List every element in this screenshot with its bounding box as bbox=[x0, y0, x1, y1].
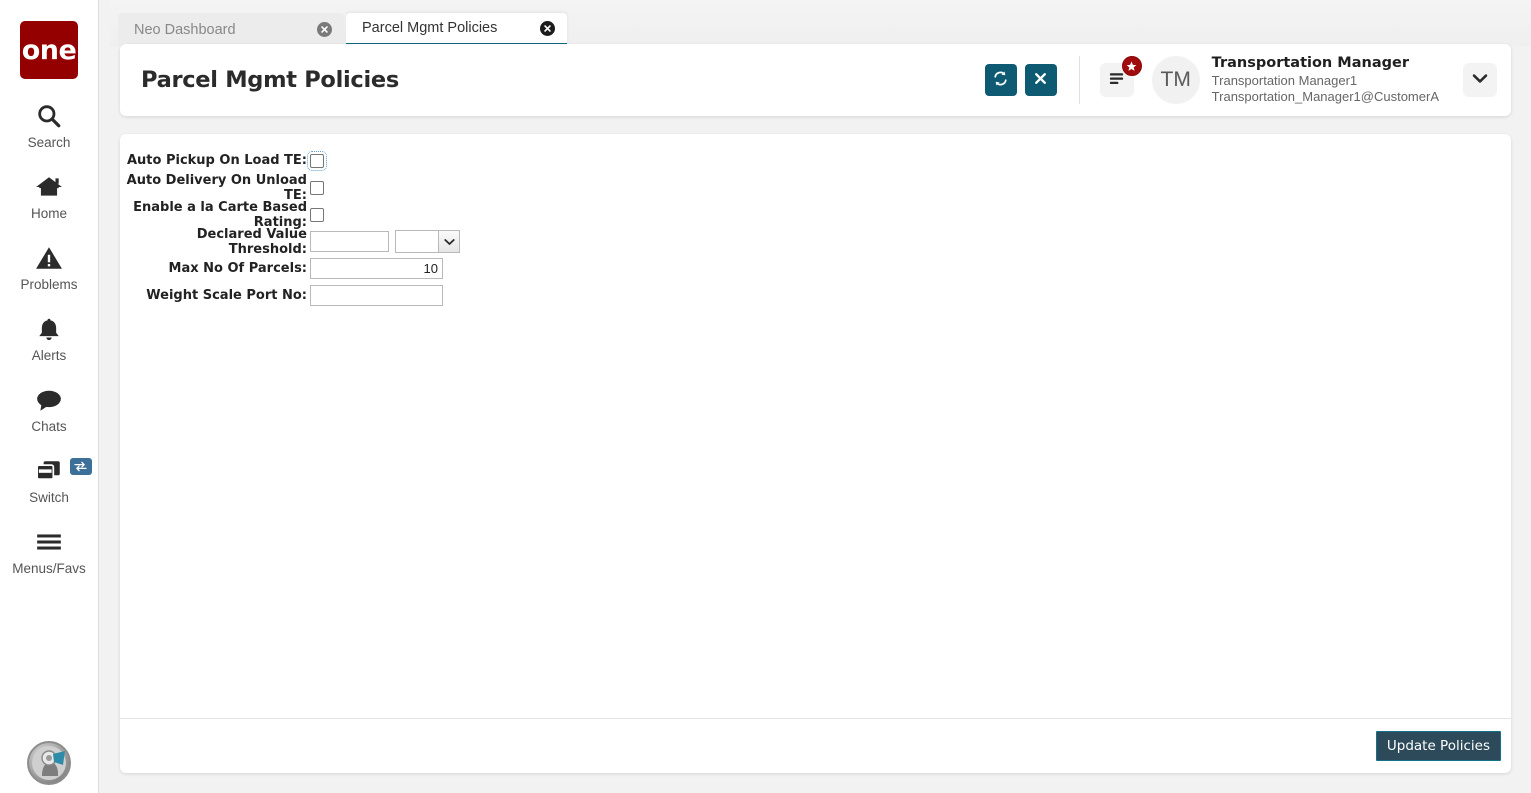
field-auto-pickup-on-load-te bbox=[307, 150, 327, 171]
input-weight-scale-port-no[interactable] bbox=[310, 285, 443, 306]
field-max-no-of-parcels bbox=[310, 258, 443, 279]
label-enable-a-la-carte-based-rating: Enable a la Carte Based Rating: bbox=[133, 199, 307, 230]
tab-close-icon-parcel-mgmt-policies[interactable] bbox=[540, 20, 555, 36]
sidebar-label-switch: Switch bbox=[29, 490, 69, 505]
warning-triangle-icon bbox=[35, 243, 63, 273]
content-panel: Auto Pickup On Load TE: Auto Delivery On… bbox=[120, 134, 1511, 773]
page-title: Parcel Mgmt Policies bbox=[141, 67, 399, 93]
refresh-button[interactable] bbox=[984, 64, 1017, 96]
tab-parcel-mgmt-policies[interactable]: Parcel Mgmt Policies bbox=[346, 13, 567, 46]
search-icon bbox=[36, 101, 62, 131]
policies-form: Auto Pickup On Load TE: Auto Delivery On… bbox=[120, 134, 1511, 718]
form-row-auto-pickup-on-load-te: Auto Pickup On Load TE: bbox=[120, 149, 1511, 172]
chevron-down-icon bbox=[1472, 71, 1488, 89]
sidebar-label-search: Search bbox=[27, 135, 71, 150]
left-sidebar: one Search Home Problems Alerts Chats Sw… bbox=[0, 0, 99, 793]
chat-bubble-icon bbox=[35, 385, 63, 415]
header-divider bbox=[1078, 56, 1080, 104]
refresh-icon bbox=[992, 70, 1009, 90]
checkbox-auto-pickup-on-load-te[interactable] bbox=[307, 150, 327, 171]
checkbox-enable-a-la-carte-based-rating[interactable] bbox=[310, 207, 324, 222]
windows-stack-icon bbox=[35, 456, 63, 486]
field-auto-delivery-on-unload-te bbox=[310, 180, 324, 195]
notifications-menu-button[interactable] bbox=[1099, 56, 1142, 97]
select-declared-value-currency[interactable] bbox=[395, 230, 460, 253]
sidebar-item-menus-favs[interactable]: Menus/Favs bbox=[0, 527, 99, 576]
sidebar-item-alerts[interactable]: Alerts bbox=[0, 314, 99, 363]
label-max-no-of-parcels: Max No Of Parcels: bbox=[168, 261, 307, 276]
field-weight-scale-port-no bbox=[310, 285, 443, 306]
home-icon bbox=[35, 172, 63, 202]
sidebar-item-chats[interactable]: Chats bbox=[0, 385, 99, 434]
list-menu-icon bbox=[1108, 71, 1125, 90]
close-page-button[interactable] bbox=[1024, 64, 1057, 96]
label-declared-value-threshold: Declared Value Threshold: bbox=[196, 226, 307, 257]
avatar-initials: TM bbox=[1160, 68, 1191, 91]
tab-label-parcel-mgmt-policies: Parcel Mgmt Policies bbox=[362, 20, 498, 36]
sidebar-item-switch[interactable]: Switch bbox=[0, 456, 99, 505]
bell-icon bbox=[36, 314, 62, 344]
close-x-icon bbox=[1033, 71, 1048, 89]
form-row-enable-a-la-carte-based-rating: Enable a la Carte Based Rating: bbox=[120, 200, 1511, 230]
swap-arrows-icon[interactable] bbox=[69, 458, 92, 475]
form-row-max-no-of-parcels: Max No Of Parcels: bbox=[120, 257, 1511, 280]
tab-neo-dashboard[interactable]: Neo Dashboard bbox=[118, 13, 344, 46]
form-row-auto-delivery-on-unload-te: Auto Delivery On Unload TE: bbox=[120, 173, 1511, 203]
sidebar-label-alerts: Alerts bbox=[31, 348, 67, 363]
input-declared-value-threshold[interactable] bbox=[310, 231, 389, 252]
sidebar-label-menus-favs: Menus/Favs bbox=[12, 561, 86, 576]
hamburger-icon bbox=[35, 527, 63, 557]
user-email: Transportation_Manager1@CustomerA bbox=[1211, 89, 1439, 105]
sidebar-label-problems: Problems bbox=[20, 277, 78, 292]
tab-close-icon-neo-dashboard[interactable] bbox=[317, 22, 332, 37]
form-row-weight-scale-port-no: Weight Scale Port No: bbox=[120, 284, 1511, 307]
label-weight-scale-port-no: Weight Scale Port No: bbox=[146, 288, 307, 303]
logo-text: one bbox=[21, 34, 77, 66]
user-info: Transportation Manager Transportation Ma… bbox=[1212, 54, 1439, 106]
sidebar-item-problems[interactable]: Problems bbox=[0, 243, 99, 292]
label-auto-pickup-on-load-te: Auto Pickup On Load TE: bbox=[126, 153, 307, 168]
star-badge-icon bbox=[1121, 56, 1142, 76]
assistant-head-icon[interactable] bbox=[27, 741, 71, 785]
sidebar-item-search[interactable]: Search bbox=[0, 101, 99, 150]
label-auto-delivery-on-unload-te: Auto Delivery On Unload TE: bbox=[126, 172, 307, 203]
select-value-declared-value-currency bbox=[395, 230, 438, 253]
chevron-down-icon[interactable] bbox=[438, 230, 460, 253]
one-logo[interactable]: one bbox=[20, 21, 78, 79]
form-footer: Update Policies bbox=[120, 718, 1511, 773]
user-role: Transportation Manager bbox=[1211, 55, 1409, 72]
tab-bar: Neo Dashboard Parcel Mgmt Policies bbox=[110, 0, 1531, 46]
checkbox-auto-delivery-on-unload-te[interactable] bbox=[310, 180, 324, 195]
input-max-no-of-parcels[interactable] bbox=[310, 258, 443, 279]
field-declared-value-threshold bbox=[310, 230, 460, 253]
tab-label-neo-dashboard: Neo Dashboard bbox=[134, 21, 236, 38]
user-menu-chevron-button[interactable] bbox=[1463, 63, 1497, 97]
sidebar-label-chats: Chats bbox=[31, 419, 67, 434]
header-actions: TM Transportation Manager Transportation… bbox=[977, 44, 1511, 116]
sidebar-label-home: Home bbox=[30, 206, 67, 221]
page-header: Parcel Mgmt Policies TM Transportation M… bbox=[120, 44, 1511, 116]
app-root: one Search Home Problems Alerts Chats Sw… bbox=[0, 0, 1531, 793]
update-policies-button[interactable]: Update Policies bbox=[1375, 731, 1501, 761]
form-row-declared-value-threshold: Declared Value Threshold: bbox=[120, 227, 1511, 257]
user-avatar[interactable]: TM bbox=[1151, 56, 1200, 104]
user-name: Transportation Manager1 bbox=[1211, 72, 1358, 88]
sidebar-item-home[interactable]: Home bbox=[0, 172, 99, 221]
field-enable-a-la-carte-based-rating bbox=[310, 207, 324, 222]
